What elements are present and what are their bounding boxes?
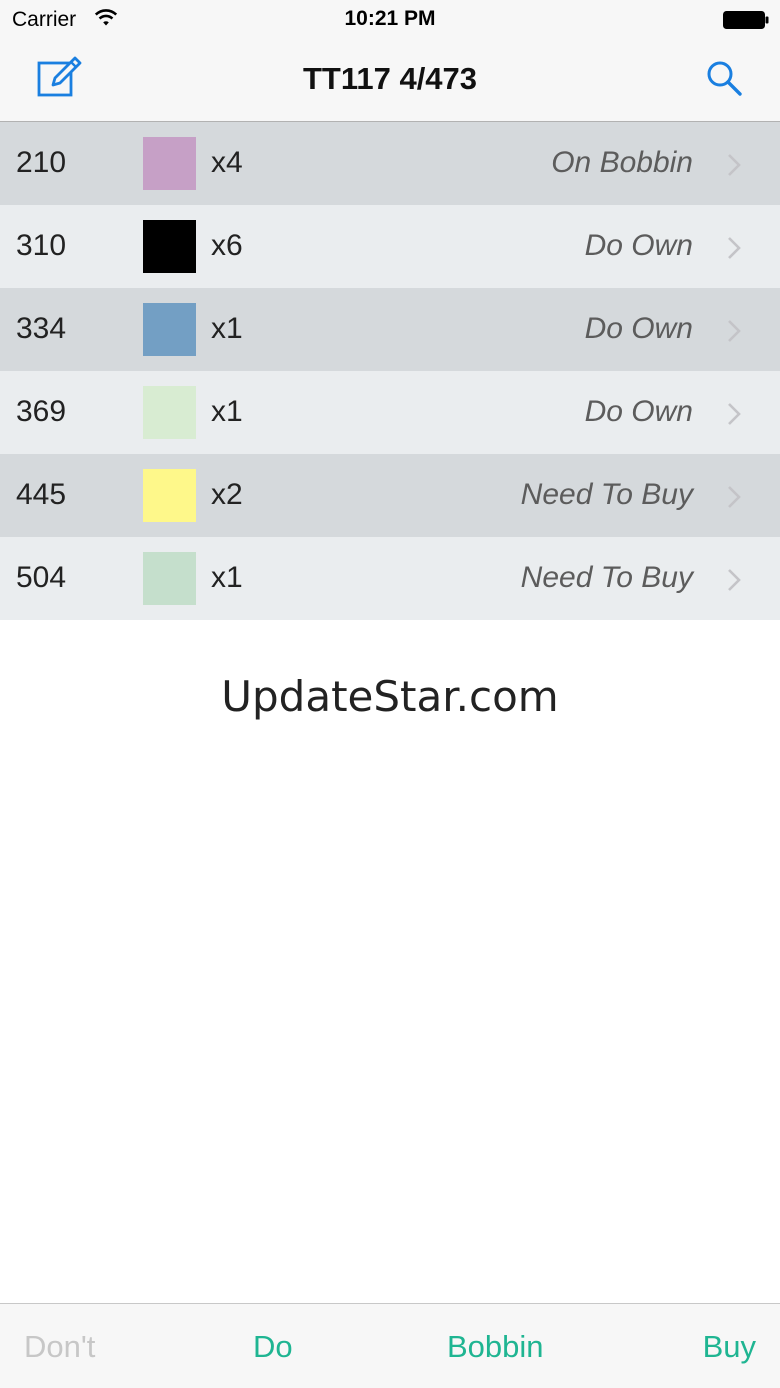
battery-full-icon <box>723 11 769 29</box>
thread-quantity: x1 <box>211 395 243 428</box>
thread-quantity: x1 <box>211 561 243 594</box>
list-item[interactable]: 445 x2 Need To Buy <box>0 454 780 537</box>
thread-quantity: x4 <box>211 146 243 179</box>
chevron-right-icon <box>728 237 741 259</box>
chevron-right-icon <box>728 320 741 342</box>
thread-code: 310 <box>16 229 67 262</box>
thread-status: Do Own <box>584 395 693 428</box>
thread-code: 334 <box>16 312 67 345</box>
navigation-bar: TT117 4/473 <box>0 40 780 122</box>
thread-status: On Bobbin <box>551 146 693 179</box>
dont-button[interactable]: Don't <box>24 1329 95 1365</box>
list-item[interactable]: 504 x1 Need To Buy <box>0 537 780 620</box>
watermark-text: UpdateStar.com <box>221 672 559 721</box>
thread-code: 210 <box>16 146 67 179</box>
thread-status: Do Own <box>584 229 693 262</box>
do-button[interactable]: Do <box>253 1329 293 1365</box>
search-icon[interactable] <box>704 58 744 98</box>
thread-code: 445 <box>16 478 67 511</box>
thread-quantity: x2 <box>211 478 243 511</box>
thread-code: 504 <box>16 561 67 594</box>
list-item[interactable]: 210 x4 On Bobbin <box>0 122 780 205</box>
chevron-right-icon <box>728 154 741 176</box>
thread-quantity: x6 <box>211 229 243 262</box>
color-swatch <box>143 303 196 356</box>
status-time: 10:21 PM <box>344 7 436 30</box>
status-bar: Carrier 10:21 PM <box>0 0 780 40</box>
thread-status: Need To Buy <box>520 561 693 594</box>
thread-list: 210 x4 On Bobbin 310 x6 Do Own 334 x1 Do… <box>0 122 780 620</box>
bottom-toolbar: Don't Do Bobbin Buy <box>0 1303 780 1388</box>
thread-quantity: x1 <box>211 312 243 345</box>
color-swatch <box>143 552 196 605</box>
color-swatch <box>143 137 196 190</box>
chevron-right-icon <box>728 403 741 425</box>
buy-button[interactable]: Buy <box>703 1329 756 1365</box>
list-item[interactable]: 369 x1 Do Own <box>0 371 780 454</box>
list-item[interactable]: 334 x1 Do Own <box>0 288 780 371</box>
bobbin-button[interactable]: Bobbin <box>447 1329 544 1365</box>
thread-code: 369 <box>16 395 67 428</box>
color-swatch <box>143 386 196 439</box>
list-item[interactable]: 310 x6 Do Own <box>0 205 780 288</box>
color-swatch <box>143 220 196 273</box>
chevron-right-icon <box>728 569 741 591</box>
thread-status: Do Own <box>584 312 693 345</box>
page-title: TT117 4/473 <box>302 61 478 96</box>
thread-status: Need To Buy <box>520 478 693 511</box>
color-swatch <box>143 469 196 522</box>
chevron-right-icon <box>728 486 741 508</box>
